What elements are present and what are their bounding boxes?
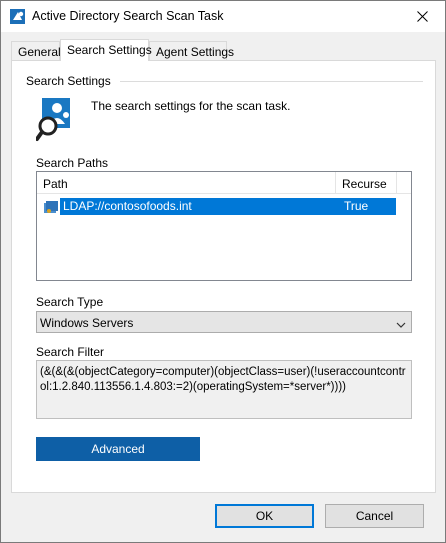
user-search-icon [35, 96, 72, 142]
column-header-path[interactable]: Path [37, 172, 335, 194]
advanced-button[interactable]: Advanced [36, 437, 200, 461]
window-title: Active Directory Search Scan Task [32, 9, 224, 23]
list-item[interactable]: LDAP://contosofoods.int True [43, 198, 396, 215]
title-bar: Active Directory Search Scan Task [1, 1, 445, 32]
column-header-recurse[interactable]: Recurse [336, 172, 396, 194]
dialog-window: Active Directory Search Scan Task Genera… [0, 0, 446, 543]
row-path: LDAP://contosofoods.int [63, 199, 192, 213]
search-paths-list[interactable]: Path Recurse LDAP://contosofoods.int Tru… [36, 171, 412, 281]
tab-panel: Search Settings The search settings for … [11, 60, 436, 493]
chevron-down-icon [396, 318, 406, 328]
search-type-value: Windows Servers [40, 316, 134, 330]
description-text: The search settings for the scan task. [91, 99, 291, 113]
tab-agent-settings[interactable]: Agent Settings [149, 41, 234, 61]
tab-search-settings[interactable]: Search Settings [60, 39, 152, 61]
search-filter-field[interactable]: (&(&(&(objectCategory=computer)(objectCl… [36, 360, 412, 419]
search-filter-label: Search Filter [36, 345, 105, 359]
close-icon [416, 10, 428, 22]
row-recurse: True [344, 199, 369, 213]
tab-strip: General Search Settings Agent Settings [11, 39, 435, 61]
cancel-button[interactable]: Cancel [325, 504, 424, 528]
search-paths-label: Search Paths [36, 156, 109, 170]
ok-button[interactable]: OK [215, 504, 314, 528]
tab-general[interactable]: General [11, 41, 61, 61]
group-title: Search Settings [26, 74, 111, 88]
search-type-select[interactable]: Windows Servers [36, 311, 412, 333]
ldap-folder-icon [43, 199, 59, 215]
column-separator [396, 172, 397, 194]
group-divider [120, 81, 423, 82]
ad-scan-icon [9, 8, 26, 25]
list-header: Path Recurse [37, 172, 411, 194]
search-type-label: Search Type [36, 295, 104, 309]
close-button[interactable] [399, 1, 445, 31]
